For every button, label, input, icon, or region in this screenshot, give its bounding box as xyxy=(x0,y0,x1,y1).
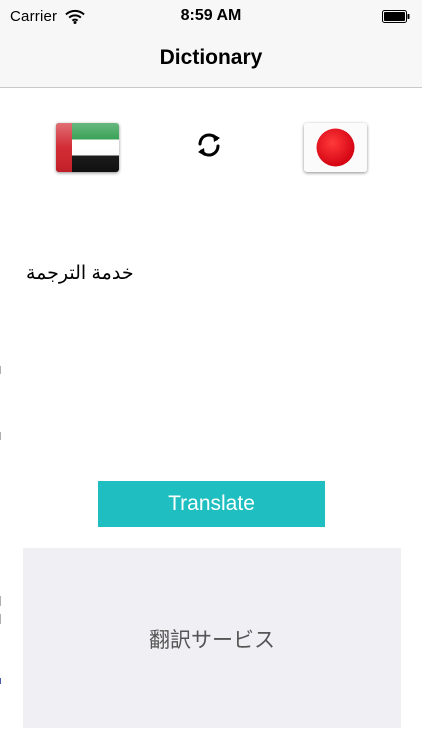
edge-divider xyxy=(0,366,1,374)
translation-result-box: 翻訳サービス xyxy=(23,548,401,728)
target-language-button[interactable] xyxy=(304,123,367,172)
navigation-bar: Dictionary xyxy=(0,34,422,88)
battery-icon xyxy=(382,10,410,23)
edge-divider xyxy=(0,432,1,440)
source-text-input[interactable]: خدمة الترجمة xyxy=(26,262,134,285)
page-title: Dictionary xyxy=(159,46,263,69)
uae-flag-icon xyxy=(56,123,119,172)
translate-button[interactable]: Translate xyxy=(98,481,325,527)
japan-flag-icon xyxy=(304,123,367,172)
source-language-button[interactable] xyxy=(56,123,119,172)
translation-result-text: 翻訳サービス xyxy=(149,629,275,652)
clock: 8:59 AM xyxy=(180,7,242,24)
edge-divider xyxy=(0,614,1,624)
edge-divider xyxy=(0,596,1,606)
swap-refresh-icon[interactable] xyxy=(193,129,225,161)
status-bar: Carrier 8:59 AM xyxy=(0,0,422,34)
edge-divider xyxy=(0,678,1,684)
